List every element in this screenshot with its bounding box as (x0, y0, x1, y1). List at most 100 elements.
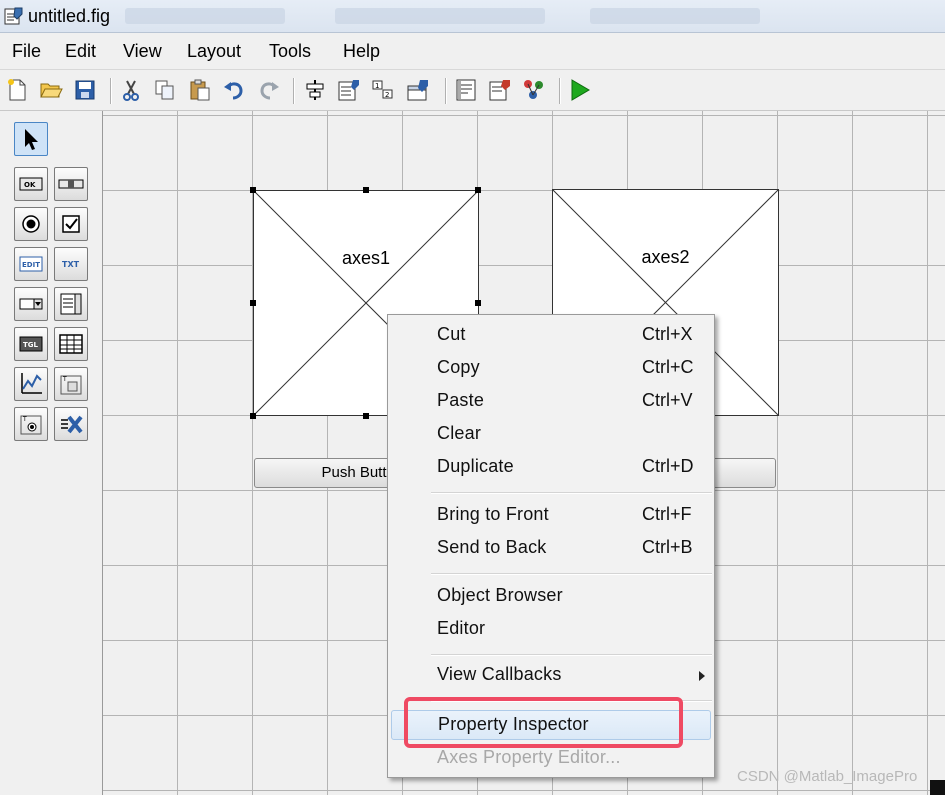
new-file-icon[interactable] (5, 78, 29, 102)
selection-handle[interactable] (250, 300, 256, 306)
menu-file[interactable]: File (12, 41, 41, 62)
menu-help[interactable]: Help (343, 41, 380, 62)
panel-tool[interactable]: T (54, 367, 88, 401)
background-tab-blur (125, 8, 285, 24)
popup-menu-tool[interactable] (14, 287, 48, 321)
listbox-tool[interactable] (54, 287, 88, 321)
selection-handle[interactable] (475, 187, 481, 193)
ctx-item-label: View Callbacks (437, 664, 562, 684)
popup-menu-icon (19, 298, 43, 310)
run-icon[interactable] (568, 78, 592, 102)
ctx-item-label: Copy (437, 357, 480, 377)
ctx-item-label: Duplicate (437, 456, 514, 476)
ctx-item-clear[interactable]: Clear (388, 420, 714, 450)
open-folder-icon[interactable] (39, 78, 63, 102)
menu-separator (431, 492, 712, 494)
select-tool-button[interactable] (14, 122, 48, 156)
table-tool[interactable] (54, 327, 88, 361)
menu-tools[interactable]: Tools (269, 41, 311, 62)
selection-handle[interactable] (250, 413, 256, 419)
ctx-item-cut[interactable]: Cut Ctrl+X (388, 321, 714, 351)
window-title: untitled.fig (28, 6, 111, 26)
menu-separator (431, 573, 712, 575)
selection-handle[interactable] (363, 187, 369, 193)
activex-tool[interactable] (54, 407, 88, 441)
ctx-item-paste[interactable]: Paste Ctrl+V (388, 387, 714, 417)
ctx-item-label: Paste (437, 390, 485, 410)
pushbutton-tool[interactable]: OK (14, 167, 48, 201)
static-text-tool[interactable]: TXT (54, 247, 88, 281)
button-group-icon: T (20, 415, 42, 435)
ctx-item-shortcut: Ctrl+D (642, 456, 694, 476)
svg-text:1: 1 (375, 82, 379, 90)
ctx-item-editor[interactable]: Editor (388, 615, 714, 645)
toolbar-separator (445, 78, 447, 104)
menu-layout[interactable]: Layout (187, 41, 241, 62)
toggle-button-tool[interactable]: TGL (14, 327, 48, 361)
ctx-item-shortcut: Ctrl+X (642, 324, 693, 344)
ctx-item-axes-property-editor[interactable]: Axes Property Editor... (388, 744, 714, 774)
menu-edit[interactable]: Edit (65, 41, 96, 62)
checkbox-tool[interactable] (54, 207, 88, 241)
static-text-icon: TXT (62, 260, 80, 269)
highlight-annotation-box (404, 697, 683, 748)
svg-text:2: 2 (385, 91, 389, 99)
axes-tool[interactable] (14, 367, 48, 401)
mfile-editor-icon[interactable] (454, 78, 478, 102)
edit-text-tool[interactable]: EDIT (14, 247, 48, 281)
ctx-item-label: Object Browser (437, 585, 563, 605)
ctx-item-view-callbacks[interactable]: View Callbacks (388, 661, 714, 691)
ctx-item-shortcut: Ctrl+C (642, 357, 694, 377)
ctx-item-label: Editor (437, 618, 486, 638)
menu-view[interactable]: View (123, 41, 162, 62)
background-tab-blur (335, 8, 545, 24)
tab-order-icon[interactable]: 12 (371, 78, 395, 102)
radiobutton-tool[interactable] (14, 207, 48, 241)
select-arrow-icon (25, 129, 38, 150)
ctx-item-shortcut: Ctrl+F (642, 504, 692, 524)
button-group-tool[interactable]: T (14, 407, 48, 441)
submenu-arrow-icon (699, 671, 705, 681)
ctx-item-duplicate[interactable]: Duplicate Ctrl+D (388, 453, 714, 483)
undo-icon[interactable] (222, 78, 246, 102)
align-icon[interactable] (303, 78, 327, 102)
ctx-item-object-browser[interactable]: Object Browser (388, 582, 714, 612)
redo-icon[interactable] (257, 78, 281, 102)
ctx-item-copy[interactable]: Copy Ctrl+C (388, 354, 714, 384)
svg-text:T: T (62, 376, 67, 383)
menu-bar: File Edit View Layout Tools Help (0, 33, 945, 70)
radiobutton-icon (22, 215, 40, 233)
paste-icon[interactable] (188, 78, 212, 102)
toolbar-separator (559, 78, 561, 104)
title-bar: untitled.fig (0, 0, 945, 33)
selection-handle[interactable] (475, 300, 481, 306)
ctx-item-shortcut: Ctrl+V (642, 390, 693, 410)
toolbar-editor-icon[interactable] (406, 78, 430, 102)
slider-tool[interactable] (54, 167, 88, 201)
corner-marker (930, 780, 945, 795)
svg-text:TXT: TXT (62, 260, 80, 269)
selection-handle[interactable] (363, 413, 369, 419)
axes1-label: axes1 (341, 248, 391, 268)
ctx-item-send-to-back[interactable]: Send to Back Ctrl+B (388, 534, 714, 564)
toolbar: 12 (0, 70, 945, 111)
ctx-item-label: Clear (437, 423, 482, 443)
fig-file-icon (4, 7, 23, 25)
activex-icon (61, 415, 83, 434)
ctx-item-bring-to-front[interactable]: Bring to Front Ctrl+F (388, 501, 714, 531)
property-inspector-icon[interactable] (488, 78, 512, 102)
save-icon[interactable] (73, 78, 97, 102)
toolbar-separator (293, 78, 295, 104)
cut-icon[interactable] (119, 78, 143, 102)
copy-icon[interactable] (153, 78, 177, 102)
selection-handle[interactable] (250, 187, 256, 193)
background-tab-blur (590, 8, 760, 24)
edit-text-icon: EDIT (19, 256, 43, 272)
svg-text:OK: OK (24, 181, 36, 189)
toolbar-separator (110, 78, 112, 104)
ctx-item-label: Cut (437, 324, 466, 344)
menu-editor-icon[interactable] (337, 78, 361, 102)
object-browser-icon[interactable] (522, 78, 546, 102)
toggle-button-icon: TGL (19, 336, 43, 352)
component-palette: OK EDIT TXT TGL T T (0, 111, 103, 795)
